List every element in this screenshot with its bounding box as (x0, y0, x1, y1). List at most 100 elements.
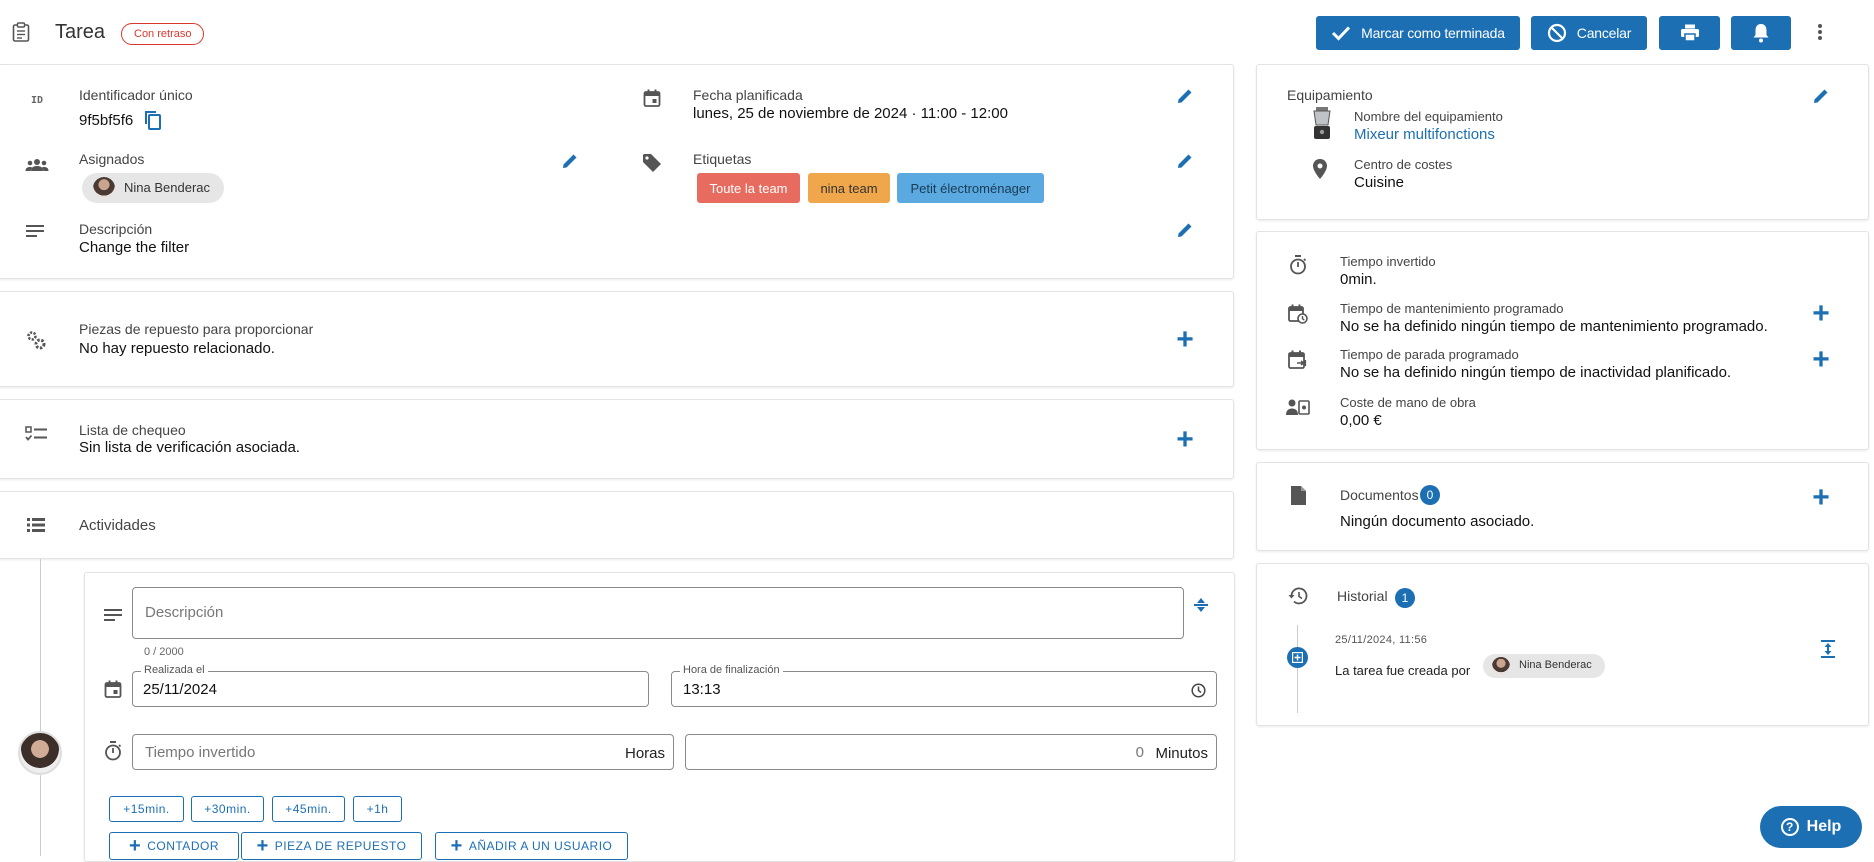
plus-icon: + (450, 834, 463, 857)
char-count: 0 / 2000 (144, 646, 184, 658)
plus-icon: + (256, 834, 269, 857)
add-user-label: AÑADIR A UN USUARIO (468, 839, 613, 853)
labor-cost-value: 0,00 € (1340, 412, 1382, 429)
cancel-label: Cancelar (1576, 25, 1632, 41)
clipboard-icon (10, 20, 32, 44)
edit-description-icon[interactable] (1174, 219, 1196, 241)
spare-parts-card: Piezas de repuesto para proporcionar No … (0, 291, 1234, 387)
documents-count-badge: 0 (1420, 485, 1440, 505)
activities-card: Actividades (0, 491, 1234, 559)
more-options-icon[interactable] (1810, 20, 1830, 44)
add-spare-part-icon[interactable]: + (1174, 325, 1196, 355)
edit-date-icon[interactable] (1174, 85, 1196, 107)
tags-label: Etiquetas (693, 151, 752, 167)
tag-nina-team: nina team (808, 173, 890, 203)
time-spent-minutes-input[interactable]: 0 Minutos (685, 734, 1217, 770)
documents-card: Documentos 0 + Ningún documento asociado… (1256, 462, 1869, 551)
hours-unit: Horas (624, 745, 665, 762)
mark-complete-button[interactable]: Marcar como terminada (1316, 16, 1520, 50)
scheduled-downtime-value: No se ha definido ningún tiempo de inact… (1340, 364, 1732, 381)
document-icon (1289, 484, 1307, 506)
edit-tags-icon[interactable] (1174, 150, 1196, 172)
add-downtime-icon[interactable]: + (1810, 345, 1832, 375)
add-maintenance-time-icon[interactable]: + (1810, 299, 1832, 329)
scheduled-maintenance-label: Tiempo de mantenimiento programado (1340, 301, 1564, 316)
activity-description-input[interactable]: Descripción (132, 587, 1184, 639)
done-date-label: Realizada el (141, 664, 208, 676)
printer-icon (1680, 24, 1699, 42)
history-count-badge: 1 (1395, 588, 1415, 608)
calendar-icon (102, 678, 124, 700)
calendar-icon (641, 87, 663, 109)
notes-icon (24, 222, 46, 240)
author-avatar (18, 731, 62, 775)
calendar-clock-icon (1287, 302, 1309, 326)
done-date-field[interactable]: Realizada el 25/11/2024 (132, 664, 649, 707)
history-label: Historial (1337, 588, 1388, 604)
times-card: Tiempo invertido 0min. Tiempo de manteni… (1256, 231, 1869, 450)
cancel-button[interactable]: Cancelar (1531, 16, 1647, 50)
id-label: Identificador único (79, 87, 193, 103)
page-title: Tarea (55, 21, 106, 43)
equipment-name-link[interactable]: Mixeur multifonctions (1354, 126, 1495, 143)
labor-cost-icon (1285, 396, 1311, 418)
check-icon (1332, 26, 1351, 41)
expand-icon[interactable] (1818, 638, 1838, 660)
bell-icon (1753, 24, 1769, 43)
timer-icon (1287, 253, 1309, 277)
date-label: Fecha planificada (693, 87, 803, 103)
date-value: lunes, 25 de noviembre de 2024 · 11:00 -… (693, 105, 1008, 122)
history-card: Historial 1 25/11/2024, 11:56 La tarea f… (1256, 563, 1869, 726)
add-15min-button[interactable]: +15min. (109, 796, 184, 822)
minutes-unit: Minutos (1155, 745, 1208, 762)
location-pin-icon (1309, 157, 1331, 181)
checklist-label: Lista de chequeo (79, 422, 186, 438)
documents-label: Documentos (1340, 487, 1419, 503)
details-card: ID Identificador único 9f5bf5f6 Fecha pl… (0, 64, 1234, 279)
description-label: Descripción (79, 221, 153, 237)
group-icon (24, 155, 50, 175)
assigned-user-name: Nina Benderac (124, 180, 210, 195)
add-checklist-icon[interactable]: + (1174, 425, 1196, 455)
clock-icon[interactable] (1190, 682, 1206, 698)
edit-assigned-icon[interactable] (559, 150, 581, 172)
labor-cost-label: Coste de mano de obra (1340, 395, 1476, 410)
add-1h-button[interactable]: +1h (353, 796, 402, 822)
print-button[interactable] (1659, 16, 1720, 50)
cost-center-value: Cuisine (1354, 174, 1405, 191)
scheduled-downtime-label: Tiempo de parada programado (1340, 347, 1519, 362)
time-spent-value: 0min. (1340, 271, 1377, 288)
add-document-icon[interactable]: + (1810, 483, 1832, 513)
activities-label: Actividades (79, 517, 156, 534)
spare-parts-label: Piezas de repuesto para proporcionar (79, 321, 314, 337)
history-event-text: La tarea fue creada por (1335, 663, 1471, 678)
help-icon: ? (1780, 818, 1799, 836)
top-bar: Tarea Con retraso Marcar como terminada … (0, 0, 1874, 64)
calendar-arrow-icon (1287, 348, 1309, 372)
spare-parts-value: No hay repuesto relacionado. (79, 340, 275, 357)
end-time-field[interactable]: Hora de finalización 13:13 (671, 664, 1217, 707)
timer-icon (102, 740, 124, 762)
assigned-label: Asignados (79, 151, 145, 167)
add-30min-button[interactable]: +30min. (191, 796, 264, 822)
history-user-name: Nina Benderac (1519, 659, 1592, 671)
help-label: Help (1806, 818, 1842, 835)
minutes-value: 0 (1135, 744, 1144, 761)
time-spent-hours-input[interactable]: Tiempo invertido Horas (132, 734, 674, 770)
help-button[interactable]: ? Help (1760, 806, 1862, 848)
equipment-image (1311, 107, 1333, 141)
add-45min-button[interactable]: +45min. (272, 796, 345, 822)
collapse-icon[interactable] (1190, 593, 1212, 617)
history-user-chip[interactable]: Nina Benderac (1483, 654, 1605, 678)
checklist-card: Lista de chequeo Sin lista de verificaci… (0, 399, 1234, 479)
list-icon (26, 516, 46, 534)
edit-equipment-icon[interactable] (1810, 85, 1832, 107)
notifications-button[interactable] (1731, 16, 1791, 50)
copy-icon[interactable] (143, 109, 163, 131)
block-icon (1547, 23, 1566, 43)
status-badge: Con retraso (121, 23, 205, 45)
documents-empty: Ningún documento asociado. (1340, 513, 1535, 530)
time-spent-label: Tiempo invertido (1340, 254, 1436, 269)
assigned-user-chip[interactable]: Nina Benderac (82, 173, 224, 203)
scheduled-maintenance-value: No se ha definido ningún tiempo de mante… (1340, 318, 1768, 335)
